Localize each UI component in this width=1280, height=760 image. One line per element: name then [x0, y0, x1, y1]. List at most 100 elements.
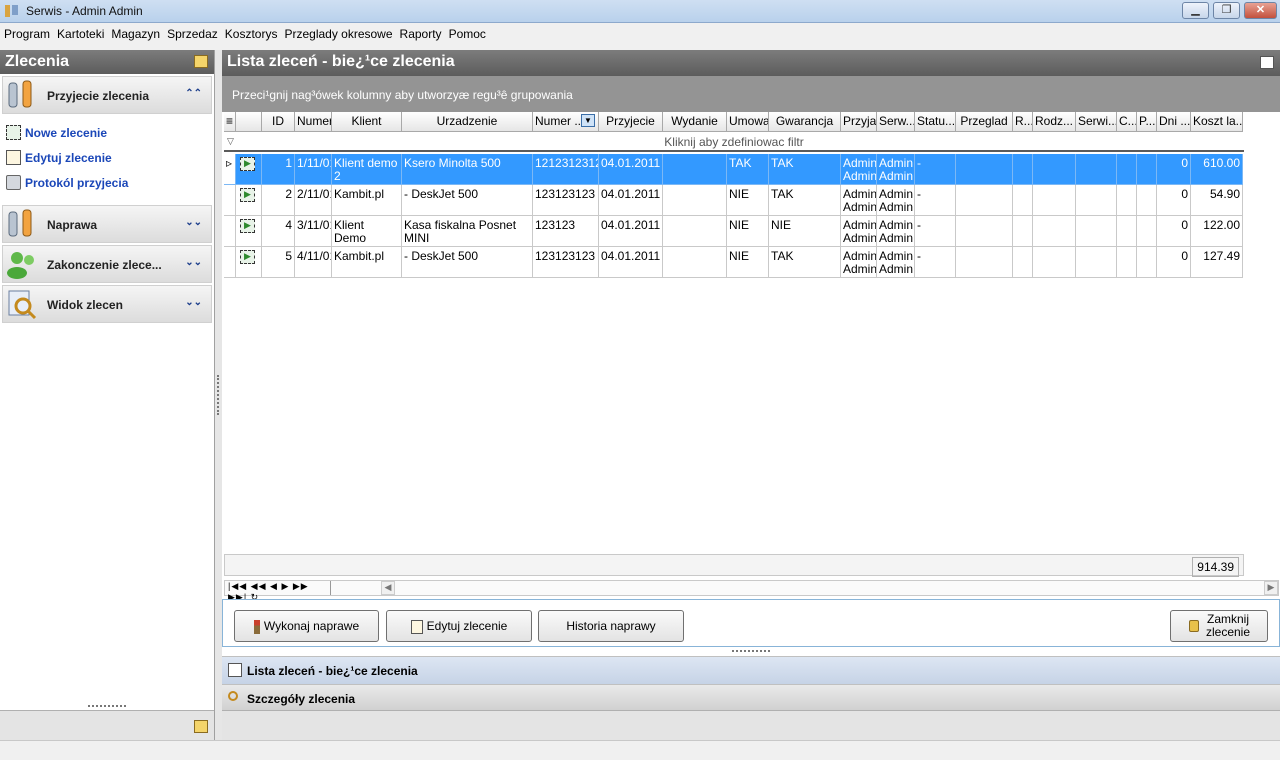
- group-zakonczenie[interactable]: Zakonczenie zlece... ⌄⌄: [2, 245, 212, 283]
- grid-navigator: |◀◀ ◀◀ ◀ ▶ ▶▶ ▶▶| ↻ ◀ ▶: [224, 580, 1279, 602]
- row-status-icon: [236, 154, 262, 185]
- menu-przeglady[interactable]: Przeglady okresowe: [280, 23, 395, 41]
- summary-total: 914.39: [1192, 557, 1239, 577]
- group-naprawa[interactable]: Naprawa ⌄⌄: [2, 205, 212, 243]
- panel-options-icon[interactable]: [194, 720, 208, 733]
- maximize-button[interactable]: ❐: [1213, 2, 1240, 19]
- left-panel-header: Zlecenia: [0, 50, 214, 74]
- new-order-icon: [6, 125, 21, 140]
- window-titlebar: Serwis - Admin Admin ▁ ❐ ✕: [0, 0, 1280, 23]
- column-header[interactable]: Serw...: [877, 112, 915, 132]
- group-label: Widok zlecen: [47, 298, 123, 312]
- task-edytuj-zlecenie[interactable]: Edytuj zlecenie: [6, 145, 214, 170]
- row-status-icon: [236, 216, 262, 247]
- splitter-grip: [217, 375, 219, 415]
- vertical-splitter[interactable]: [215, 50, 222, 740]
- printer-icon: [6, 175, 21, 190]
- group-widok[interactable]: Widok zlecen ⌄⌄: [2, 285, 212, 323]
- window-title: Serwis - Admin Admin: [26, 4, 143, 18]
- group-label: Naprawa: [47, 218, 98, 232]
- record-navigator[interactable]: |◀◀ ◀◀ ◀ ▶ ▶▶ ▶▶| ↻: [225, 581, 331, 602]
- menu-program[interactable]: Program: [0, 23, 53, 41]
- group-hint: Przeci¹gnij nag³ówek kolumny aby utworzy…: [232, 88, 573, 102]
- menu-kosztorys[interactable]: Kosztorys: [221, 23, 281, 41]
- column-header[interactable]: R...: [1013, 112, 1033, 132]
- column-header-numer-ser[interactable]: Numer ... ▼: [533, 112, 599, 132]
- chevron-down-icon: ⌄⌄: [185, 217, 202, 228]
- scroll-right-button[interactable]: ▶: [1264, 581, 1278, 595]
- edit-list-icon[interactable]: [1260, 56, 1274, 69]
- minimize-button[interactable]: ▁: [1182, 2, 1209, 19]
- column-header[interactable]: P...: [1137, 112, 1157, 132]
- tools-icon: [8, 80, 32, 108]
- zamknij-zlecenie-button[interactable]: Zamknij zlecenie: [1170, 610, 1268, 642]
- magnifier-document-icon: [8, 290, 37, 320]
- filter-dropdown-icon[interactable]: ▼: [581, 114, 595, 127]
- menu-sprzedaz[interactable]: Sprzedaz: [163, 23, 221, 41]
- summary-row: 914.39: [224, 554, 1244, 577]
- main-bottom-bar: [222, 710, 1280, 740]
- group-label: Zakonczenie zlece...: [47, 258, 162, 272]
- column-header[interactable]: Serwi...: [1076, 112, 1117, 132]
- column-header[interactable]: Przyjecie: [599, 112, 663, 132]
- main-header: Lista zleceń - bie¿¹ce zlecenia: [222, 50, 1280, 76]
- edit-icon: [6, 150, 21, 165]
- group-przyjecie[interactable]: Przyjecie zlecenia ⌃⌃: [2, 76, 212, 114]
- filter-row[interactable]: ▽ Kliknij aby zdefiniowac filtr: [224, 132, 1244, 152]
- column-header[interactable]: Rodz...: [1033, 112, 1076, 132]
- row-indicator-icon: ▹: [224, 154, 236, 185]
- main-title: Lista zleceń - bie¿¹ce zlecenia: [227, 53, 455, 70]
- column-header[interactable]: Numer: [295, 112, 332, 132]
- task-list: Nowe zlecenie Edytuj zlecenie Protokól p…: [0, 114, 214, 203]
- tools-icon: [8, 209, 32, 237]
- menu-pomoc[interactable]: Pomoc: [445, 23, 489, 41]
- column-header[interactable]: Statu...: [915, 112, 956, 132]
- column-header[interactable]: Gwarancja: [769, 112, 841, 132]
- lock-icon: [1189, 620, 1199, 632]
- column-header[interactable]: Przeglad: [956, 112, 1013, 132]
- column-header[interactable]: Klient: [332, 112, 402, 132]
- close-button[interactable]: ✕: [1244, 2, 1277, 19]
- task-nowe-zlecenie[interactable]: Nowe zlecenie: [6, 120, 214, 145]
- row-status-icon: [236, 185, 262, 216]
- pane-szczegoly-zlecenia[interactable]: Szczegóły zlecenia: [222, 684, 1280, 712]
- column-header-icon[interactable]: [236, 112, 262, 132]
- menu-kartoteki[interactable]: Kartoteki: [53, 23, 107, 41]
- edit-list-icon: [228, 663, 242, 677]
- column-header[interactable]: Dni ...: [1157, 112, 1191, 132]
- column-chooser-icon[interactable]: ≡: [224, 112, 236, 132]
- edytuj-zlecenie-button[interactable]: Edytuj zlecenie: [386, 610, 532, 642]
- task-protokol[interactable]: Protokól przyjecia: [6, 170, 214, 195]
- group-label: Przyjecie zlecenia: [47, 89, 150, 103]
- splitter-grip[interactable]: [88, 705, 126, 708]
- edit-icon: [410, 619, 423, 634]
- column-header[interactable]: Urzadzenie: [402, 112, 533, 132]
- historia-naprawy-button[interactable]: Historia naprawy: [538, 610, 684, 642]
- left-navigation-panel: Zlecenia Przyjecie zlecenia ⌃⌃ Nowe zlec…: [0, 50, 215, 740]
- panel-options-icon[interactable]: [194, 55, 208, 68]
- column-header[interactable]: Koszt la...: [1191, 112, 1243, 132]
- filter-hint: Kliknij aby zdefiniowac filtr: [664, 135, 804, 149]
- column-header[interactable]: ID: [262, 112, 295, 132]
- wykonaj-naprawe-button[interactable]: Wykonaj naprawe: [234, 610, 379, 642]
- left-bottom-bar: [0, 710, 214, 740]
- status-bar: [0, 740, 1280, 760]
- menu-bar: Program Kartoteki Magazyn Sprzedaz Kosztorys…: [0, 23, 1280, 46]
- main-panel: Lista zleceń - bie¿¹ce zlecenia Przeci¹g…: [222, 50, 1280, 740]
- menu-magazyn[interactable]: Magazyn: [107, 23, 163, 41]
- scroll-left-button[interactable]: ◀: [381, 581, 395, 595]
- splitter-grip[interactable]: [732, 650, 770, 652]
- chevron-up-icon: ⌃⌃: [185, 88, 202, 99]
- group-by-zone[interactable]: Przeci¹gnij nag³ówek kolumny aby utworzy…: [222, 76, 1280, 112]
- pane-lista-zlecen[interactable]: Lista zleceń - bie¿¹ce zlecenia: [222, 656, 1280, 684]
- column-header[interactable]: Umowa: [727, 112, 769, 132]
- column-header[interactable]: C...: [1117, 112, 1137, 132]
- chevron-down-icon: ⌄⌄: [185, 257, 202, 268]
- row-status-icon: [236, 247, 262, 278]
- menu-raporty[interactable]: Raporty: [396, 23, 445, 41]
- app-icon: [5, 5, 18, 17]
- magnifier-icon: [228, 691, 238, 701]
- action-buttons-area: Wykonaj naprawe Edytuj zlecenie Historia…: [222, 599, 1280, 647]
- column-header[interactable]: Wydanie: [663, 112, 727, 132]
- column-header[interactable]: Przyjal: [841, 112, 877, 132]
